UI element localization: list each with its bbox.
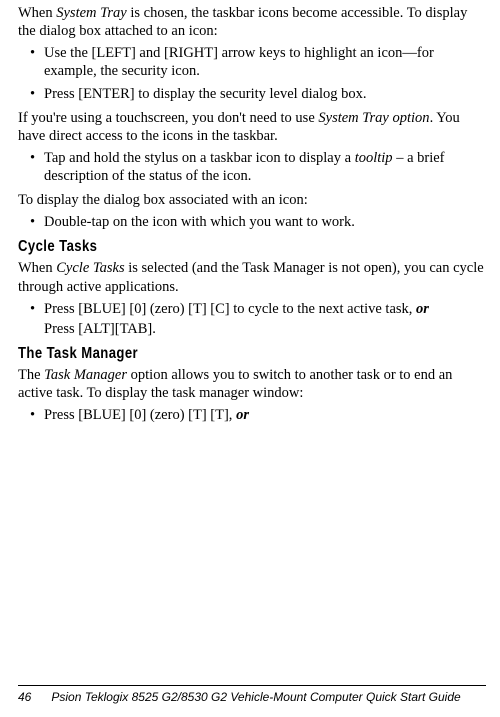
italic-text: System Tray option (318, 110, 429, 126)
list-item-text: Press [ENTER] to display the security le… (44, 85, 486, 103)
paragraph-dialog-box: To display the dialog box associated wit… (18, 191, 486, 209)
list-item-text: Press [BLUE] [0] (zero) [T] [C] to cycle… (44, 300, 486, 338)
list-item: • Press [ENTER] to display the security … (18, 85, 486, 103)
bullet-icon: • (18, 406, 44, 424)
bullet-list: • Press [BLUE] [0] (zero) [T] [C] to cyc… (18, 300, 486, 338)
italic-text: Cycle Tasks (56, 260, 124, 276)
heading-cycle-tasks: Cycle Tasks (18, 237, 402, 257)
text: The (18, 367, 44, 383)
heading-task-manager: The Task Manager (18, 344, 402, 364)
bullet-list: • Double-tap on the icon with which you … (18, 213, 486, 231)
footer-title: Psion Teklogix 8525 G2/8530 G2 Vehicle-M… (51, 690, 460, 705)
italic-text: tooltip (355, 150, 393, 166)
bullet-icon: • (18, 44, 44, 80)
paragraph-system-tray: When System Tray is chosen, the taskbar … (18, 4, 486, 40)
bullet-list: • Press [BLUE] [0] (zero) [T] [T], or (18, 406, 486, 424)
bullet-icon: • (18, 300, 44, 338)
paragraph-cycle-tasks: When Cycle Tasks is selected (and the Ta… (18, 259, 486, 295)
italic-text: System Tray (56, 5, 126, 21)
bold-italic-text: or (416, 301, 429, 317)
text: If you're using a touchscreen, you don't… (18, 110, 318, 126)
page-footer: 46 Psion Teklogix 8525 G2/8530 G2 Vehicl… (18, 685, 486, 705)
list-item: • Press [BLUE] [0] (zero) [T] [T], or (18, 406, 486, 424)
paragraph-task-manager: The Task Manager option allows you to sw… (18, 366, 486, 402)
text: When (18, 260, 56, 276)
list-item: • Tap and hold the stylus on a taskbar i… (18, 149, 486, 185)
bullet-icon: • (18, 213, 44, 231)
bold-italic-text: or (236, 407, 249, 423)
italic-text: Task Manager (44, 367, 127, 383)
list-item-subtext: Press [ALT][TAB]. (44, 320, 486, 338)
text: Press [BLUE] [0] (zero) [T] [C] to cycle… (44, 301, 416, 317)
bullet-list: • Tap and hold the stylus on a taskbar i… (18, 149, 486, 185)
list-item-text: Press [BLUE] [0] (zero) [T] [T], or (44, 406, 486, 424)
text: Tap and hold the stylus on a taskbar ico… (44, 150, 355, 166)
page-number: 46 (18, 690, 31, 705)
paragraph-touchscreen: If you're using a touchscreen, you don't… (18, 109, 486, 145)
list-item-text: Tap and hold the stylus on a taskbar ico… (44, 149, 486, 185)
list-item-text: Double-tap on the icon with which you wa… (44, 213, 486, 231)
list-item-text: Use the [LEFT] and [RIGHT] arrow keys to… (44, 44, 486, 80)
bullet-icon: • (18, 85, 44, 103)
bullet-icon: • (18, 149, 44, 185)
list-item: • Double-tap on the icon with which you … (18, 213, 486, 231)
text: Press [BLUE] [0] (zero) [T] [T], (44, 407, 236, 423)
bullet-list: • Use the [LEFT] and [RIGHT] arrow keys … (18, 44, 486, 102)
list-item: • Use the [LEFT] and [RIGHT] arrow keys … (18, 44, 486, 80)
text: When (18, 5, 56, 21)
list-item: • Press [BLUE] [0] (zero) [T] [C] to cyc… (18, 300, 486, 338)
